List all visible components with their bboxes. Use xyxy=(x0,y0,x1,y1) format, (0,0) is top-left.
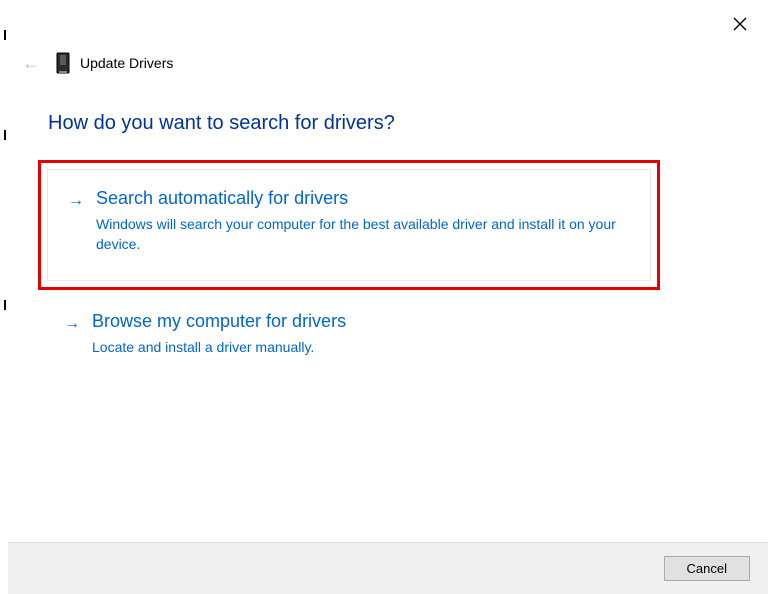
arrow-right-icon: → xyxy=(64,315,80,333)
options-list: → Search automatically for drivers Windo… xyxy=(38,160,660,376)
device-icon xyxy=(56,52,70,74)
option-body: Search automatically for drivers Windows… xyxy=(96,188,630,254)
option-description: Locate and install a driver manually. xyxy=(92,338,640,358)
highlighted-option-frame: → Search automatically for drivers Windo… xyxy=(38,160,660,290)
option-title: Browse my computer for drivers xyxy=(92,311,640,332)
option-description: Windows will search your computer for th… xyxy=(96,215,630,254)
back-arrow-icon[interactable]: ← xyxy=(22,53,40,74)
window-title: Update Drivers xyxy=(80,55,173,71)
close-icon xyxy=(733,17,747,31)
footer: Cancel xyxy=(8,542,768,594)
option-browse-computer[interactable]: → Browse my computer for drivers Locate … xyxy=(38,309,660,376)
option-search-automatically[interactable]: → Search automatically for drivers Windo… xyxy=(47,169,651,281)
close-button[interactable] xyxy=(730,14,750,34)
cancel-button[interactable]: Cancel xyxy=(664,556,750,581)
option-body: Browse my computer for drivers Locate an… xyxy=(92,311,640,358)
arrow-right-icon: → xyxy=(68,192,84,210)
decoration-marks xyxy=(4,0,6,560)
option-title: Search automatically for drivers xyxy=(96,188,630,209)
header: ← Update Drivers xyxy=(22,52,173,74)
page-heading: How do you want to search for drivers? xyxy=(48,112,395,135)
